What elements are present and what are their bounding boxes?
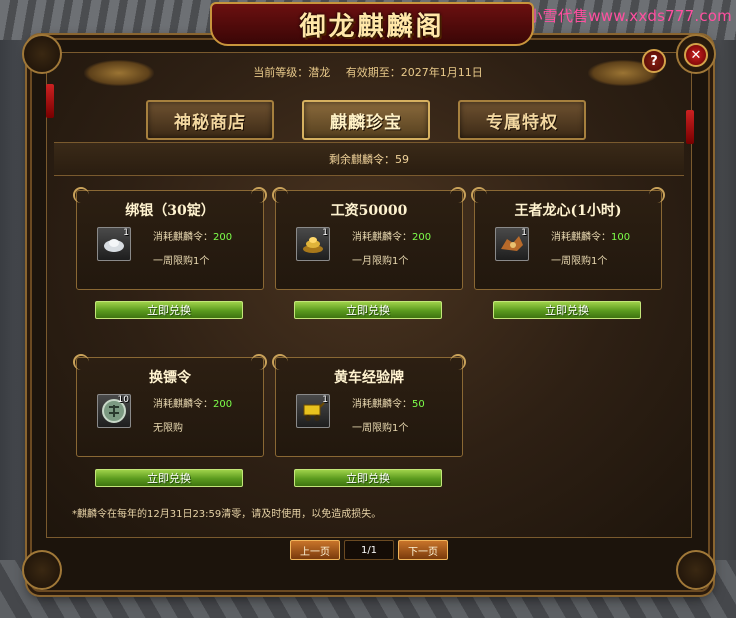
purchase-limit: 一月限购1个 [352, 256, 409, 267]
tab-qilin-treasure[interactable]: 麒麟珍宝 [302, 100, 430, 140]
item-name: 绑银（30锭） [125, 203, 215, 219]
cost-value: 200 [213, 399, 233, 410]
item-cost: 消耗麒麟令：100 [551, 228, 630, 243]
escort-token-icon[interactable]: 10 [97, 394, 131, 428]
purchase-limit: 无限购 [153, 423, 183, 434]
watermark: 小雪代售www.xxds777.com [527, 7, 732, 25]
current-level: 当前等级：潜龙 [253, 66, 331, 79]
item-count: 1 [521, 228, 527, 238]
item-card: 黄车经验牌 1 消耗麒麟令：50 一周限购1个 [272, 354, 466, 457]
purchase-limit: 一周限购1个 [551, 256, 608, 267]
member-info: 当前等级：潜龙 有效期至：2027年1月11日 [0, 64, 736, 80]
cost-label: 消耗麒麟令： [551, 232, 611, 243]
tassel-icon [46, 84, 54, 118]
cost-label: 消耗麒麟令： [352, 232, 412, 243]
yellow-cart-exp-icon[interactable]: 1 [296, 394, 330, 428]
item-count: 10 [117, 395, 129, 405]
item-cost: 消耗麒麟令：200 [153, 228, 232, 243]
cost-value: 50 [412, 399, 425, 410]
exchange-button[interactable]: 立即兑换 [95, 469, 243, 487]
silver-ingot-icon[interactable]: 1 [97, 227, 131, 261]
tab-exclusive-privilege[interactable]: 专属特权 [458, 100, 586, 140]
tab-bar: 神秘商店 麒麟珍宝 专属特权 [146, 100, 586, 140]
window-title: 御龙麒麟阁 [299, 11, 445, 42]
purchase-limit: 一周限购1个 [153, 256, 210, 267]
cost-label: 消耗麒麟令： [153, 399, 213, 410]
cost-value: 200 [412, 232, 432, 243]
next-page-button[interactable]: 下一页 [398, 540, 448, 560]
cost-value: 200 [213, 232, 233, 243]
item-card: 王者龙心(1小时) 1 消耗麒麟令：100 一周限购1个 [471, 187, 665, 290]
tab-mystery-shop[interactable]: 神秘商店 [146, 100, 274, 140]
item-count: 1 [123, 228, 129, 238]
item-count: 1 [322, 395, 328, 405]
exchange-button[interactable]: 立即兑换 [493, 301, 641, 319]
item-count: 1 [322, 228, 328, 238]
expiry-date: 有效期至：2027年1月11日 [345, 66, 483, 79]
prev-page-button[interactable]: 上一页 [290, 540, 340, 560]
item-card: 换镖令 10 消耗麒麟令：200 无限购 [73, 354, 267, 457]
page-indicator: 1/1 [344, 540, 394, 560]
item-card: 绑银（30锭） 1 消耗麒麟令：200 一周限购1个 [73, 187, 267, 290]
remaining-tokens: 剩余麒麟令：59 [54, 142, 684, 176]
exchange-button[interactable]: 立即兑换 [294, 301, 442, 319]
corner-ornament-icon [676, 550, 716, 590]
remaining-tokens-label: 剩余麒麟令：59 [329, 153, 409, 166]
cost-label: 消耗麒麟令： [352, 399, 412, 410]
item-cost: 消耗麒麟令：50 [352, 395, 425, 410]
reset-notice: *麒麟令在每年的12月31日23:59清零，请及时使用，以免造成损失。 [72, 509, 382, 520]
purchase-limit: 一周限购1个 [352, 423, 409, 434]
exchange-button[interactable]: 立即兑换 [294, 469, 442, 487]
title-banner: 御龙麒麟阁 [210, 2, 534, 46]
cost-label: 消耗麒麟令： [153, 232, 213, 243]
item-cost: 消耗麒麟令：200 [153, 395, 232, 410]
item-name: 换镖令 [149, 370, 191, 386]
item-card: 工资50000 1 消耗麒麟令：200 一月限购1个 [272, 187, 466, 290]
item-name: 工资50000 [330, 203, 408, 219]
item-name: 王者龙心(1小时) [514, 203, 622, 219]
dragon-heart-icon[interactable]: 1 [495, 227, 529, 261]
item-cost: 消耗麒麟令：200 [352, 228, 431, 243]
corner-ornament-icon [22, 550, 62, 590]
tassel-icon [686, 110, 694, 144]
gold-pile-icon[interactable]: 1 [296, 227, 330, 261]
pagination: 上一页 1/1 下一页 [290, 540, 448, 560]
cost-value: 100 [611, 232, 631, 243]
exchange-button[interactable]: 立即兑换 [95, 301, 243, 319]
item-name: 黄车经验牌 [334, 370, 404, 386]
